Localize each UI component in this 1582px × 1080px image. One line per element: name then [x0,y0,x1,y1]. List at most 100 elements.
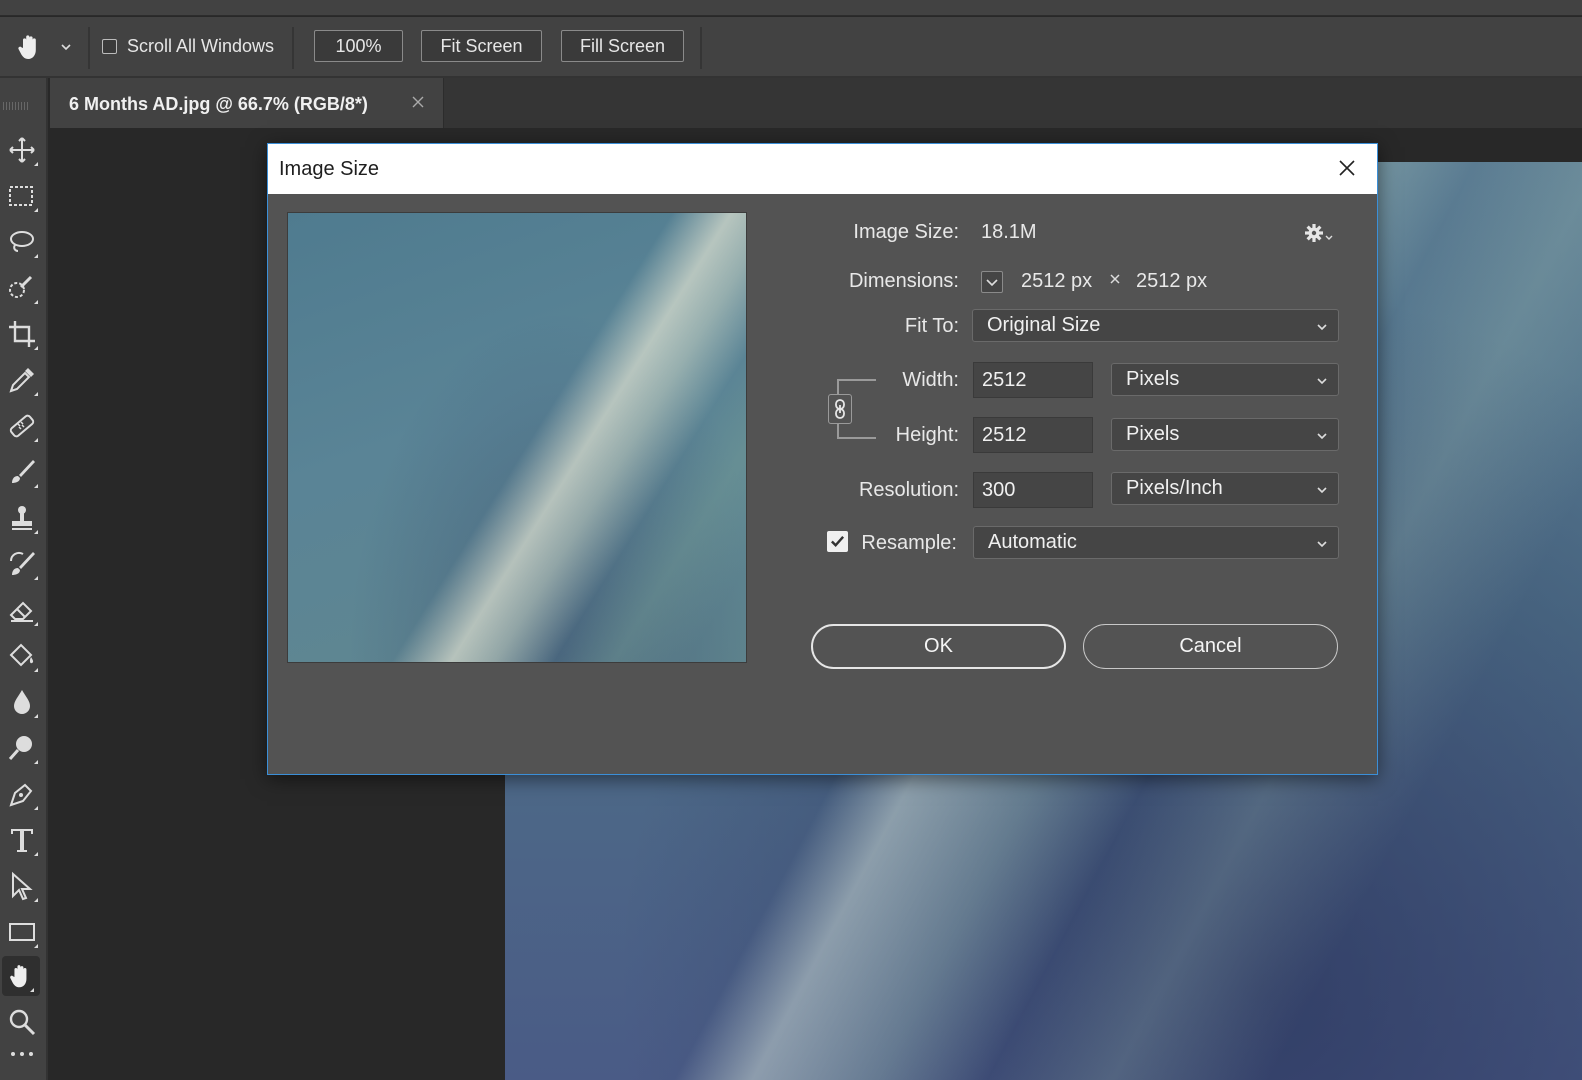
path-selection-tool[interactable] [0,866,44,906]
cancel-button[interactable]: Cancel [1083,624,1338,669]
scroll-all-windows-label: Scroll All Windows [127,36,275,56]
hand-tool-icon[interactable] [14,31,46,63]
chevron-down-icon [986,279,998,287]
fit-to-label: Fit To: [904,315,959,337]
hand-icon [10,965,27,988]
document-tab-title: 6 Months AD.jpg @ 66.7% (RGB/8*) [69,94,368,114]
brush-icon [12,460,35,483]
dodge-icon [8,736,32,760]
eyedropper-icon [9,368,34,393]
document-tab[interactable]: 6 Months AD.jpg @ 66.7% (RGB/8*) [50,78,444,128]
ok-button[interactable]: OK [811,624,1066,669]
move-tool[interactable] [0,130,44,170]
rectangle-tool[interactable] [0,912,44,952]
height-unit-select[interactable]: Pixels [1111,418,1339,451]
dimensions-height-value: 2512 px [1136,270,1208,292]
zoom-100-button[interactable]: 100% [314,30,403,62]
zoom-tool[interactable] [0,1002,44,1042]
paint-bucket-icon [9,643,34,667]
pen-icon [9,783,33,807]
chevron-down-icon [1317,541,1327,548]
eraser-icon [9,601,33,622]
dimensions-width-value: 2512 px [1021,270,1093,292]
panel-grip[interactable] [3,102,29,110]
fit-to-select[interactable]: Original Size [972,309,1339,342]
zoom-icon [9,1009,36,1036]
dodge-tool[interactable] [0,728,44,768]
image-preview[interactable] [287,212,747,663]
resolution-unit-select[interactable]: Pixels/Inch [1111,472,1339,505]
resolution-label: Resolution: [858,479,959,501]
checkmark-icon [831,536,845,548]
clone-stamp-tool[interactable] [0,498,44,538]
chain-link-icon [835,399,845,419]
healing-tool[interactable] [0,406,44,446]
height-label: Height: [895,424,959,446]
path-select-icon [12,871,33,901]
width-label: Width: [902,369,959,391]
fit-to-value: Original Size [987,314,1101,336]
chevron-down-icon [1317,378,1327,385]
hand-tool[interactable] [2,956,40,996]
lasso-tool[interactable] [0,222,44,262]
more-tools[interactable] [0,1044,44,1064]
tools-panel [0,78,48,1080]
image-size-label: Image Size: [853,221,959,243]
fill-screen-button[interactable]: Fill Screen [561,30,684,62]
type-tool[interactable] [0,820,44,860]
history-brush-tool[interactable] [0,544,44,584]
resample-method-select[interactable]: Automatic [973,526,1339,559]
quick-select-icon [9,275,33,298]
height-unit-value: Pixels [1126,423,1180,445]
lasso-icon [10,231,34,252]
healing-icon [9,414,35,438]
chevron-down-icon [1317,487,1327,494]
separator [88,27,90,69]
dimensions-label: Dimensions: [848,270,959,292]
image-size-value: 18.1M [981,221,1037,243]
width-unit-value: Pixels [1126,368,1180,390]
resample-method-value: Automatic [988,531,1077,553]
paint-bucket-tool[interactable] [0,636,44,676]
photoshop-window: Scroll All Windows 100% Fit Screen Fill … [0,0,1582,1080]
eraser-tool[interactable] [0,590,44,630]
history-brush-icon [9,551,35,575]
separator [700,27,702,69]
scroll-all-windows-checkbox[interactable] [102,39,117,54]
type-icon [11,829,33,852]
close-icon[interactable] [410,94,426,110]
resolution-input[interactable]: 300 [973,472,1093,508]
chevron-down-icon[interactable] [60,41,72,53]
separator [292,27,294,69]
brush-tool[interactable] [0,452,44,492]
blur-tool[interactable] [0,682,44,722]
eyedropper-tool[interactable] [0,360,44,400]
ellipsis-icon [11,1052,33,1056]
close-icon[interactable] [1336,157,1358,179]
pen-tool[interactable] [0,774,44,814]
times-icon [1110,274,1120,284]
marquee-tool[interactable] [0,176,44,216]
fit-screen-button[interactable]: Fit Screen [421,30,542,62]
dialog-title: Image Size [279,158,380,180]
chevron-down-icon [1317,433,1327,440]
scroll-all-windows-option[interactable]: Scroll All Windows [102,36,274,57]
constrain-proportions-link[interactable] [828,394,852,424]
width-unit-select[interactable]: Pixels [1111,363,1339,396]
resolution-unit-value: Pixels/Inch [1126,477,1223,499]
marquee-icon [9,186,33,206]
height-input[interactable]: 2512 [973,417,1093,453]
blur-icon [14,690,30,714]
document-tab-bar: 6 Months AD.jpg @ 66.7% (RGB/8*) [50,78,1582,128]
dialog-titlebar[interactable]: Image Size [268,144,1377,194]
gear-icon[interactable] [1305,224,1335,242]
rectangle-icon [9,923,35,941]
resample-checkbox[interactable] [827,531,848,552]
resample-label: Resample: [861,532,957,554]
dimensions-unit-toggle[interactable] [981,271,1003,293]
quick-select-tool[interactable] [0,268,44,308]
stamp-icon [12,506,32,530]
crop-tool[interactable] [0,314,44,354]
chevron-down-icon [1317,324,1327,331]
width-input[interactable]: 2512 [973,362,1093,398]
